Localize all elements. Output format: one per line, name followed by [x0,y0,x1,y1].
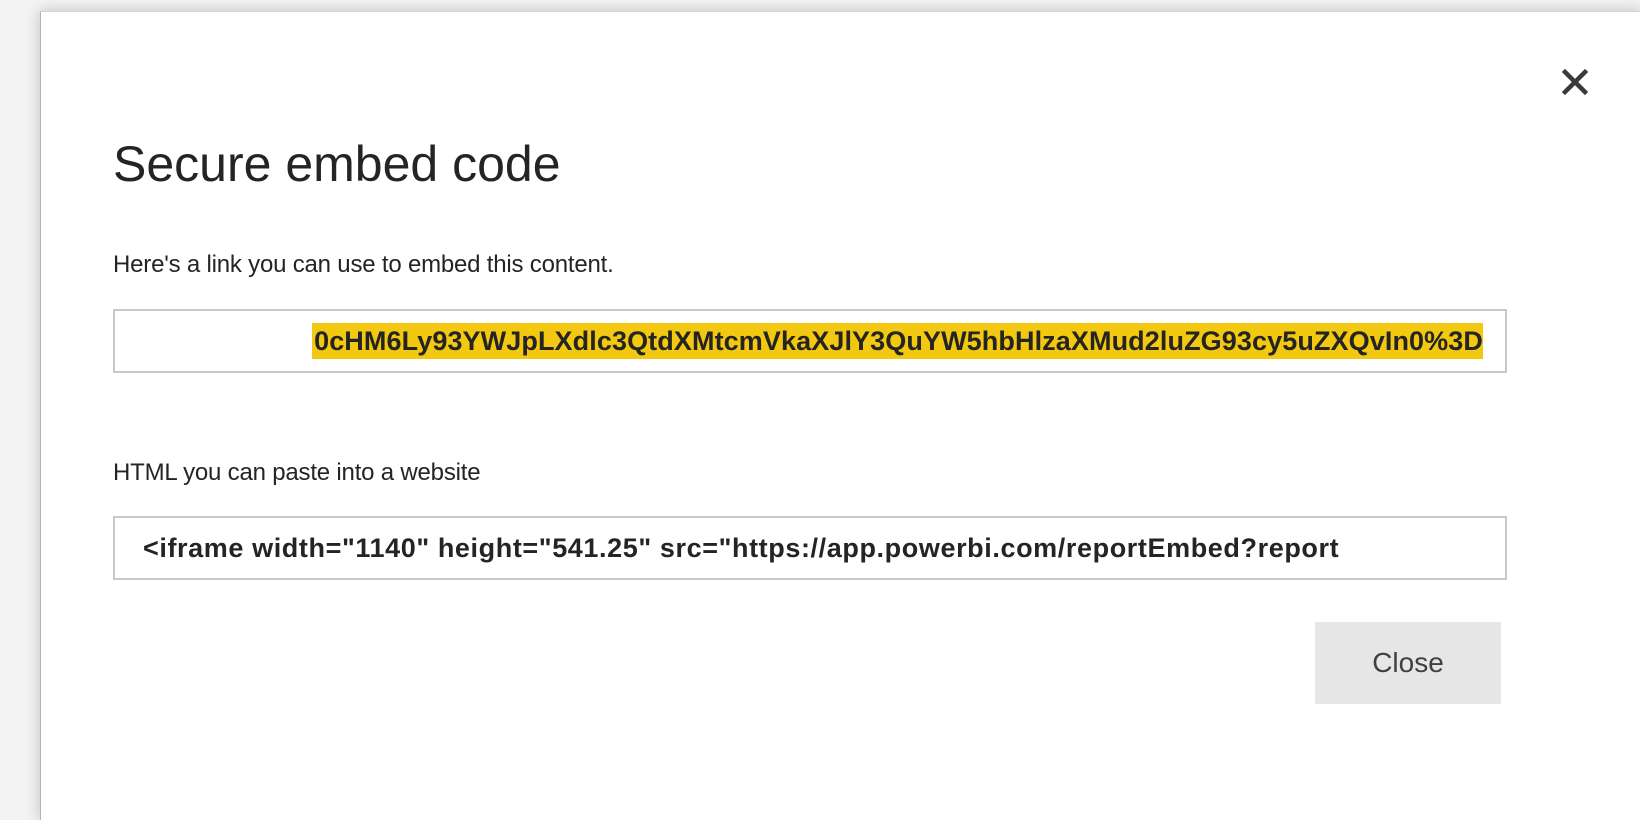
embed-link-value[interactable]: 0cHM6Ly93YWJpLXdlc3QtdXMtcmVkaXJlY3QuYW5… [312,323,1483,359]
close-icon[interactable] [1553,60,1597,104]
embed-link-field[interactable]: 0cHM6Ly93YWJpLXdlc3QtdXMtcmVkaXJlY3QuYW5… [113,309,1507,373]
close-icon-glyph [1561,68,1589,96]
close-button[interactable]: Close [1315,622,1501,704]
link-label: Here's a link you can use to embed this … [113,251,614,278]
secure-embed-dialog: Secure embed code Here's a link you can … [40,11,1640,820]
dialog-title: Secure embed code [113,136,561,192]
embed-html-value[interactable]: <iframe width="1140" height="541.25" src… [143,530,1339,566]
embed-html-field[interactable]: <iframe width="1140" height="541.25" src… [113,516,1507,580]
html-label: HTML you can paste into a website [113,459,481,486]
